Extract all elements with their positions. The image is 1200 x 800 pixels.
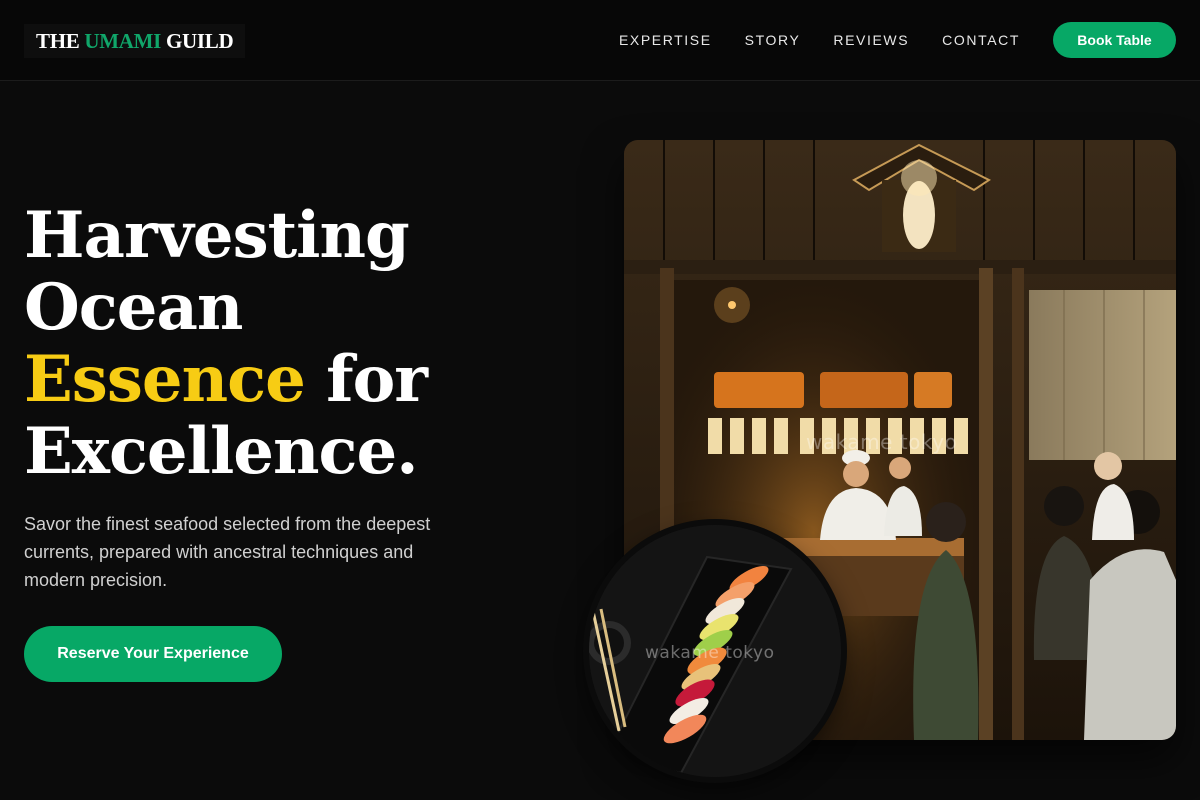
sushi-platter-image: wakame tokyo [589,525,841,777]
nav-item-expertise[interactable]: EXPERTISE [619,30,712,50]
nav-item-contact[interactable]: CONTACT [942,30,1020,50]
brand-name-part-2: GUILD [161,29,234,53]
site-header: THE UMAMI GUILD EXPERTISE STORY REVIEWS … [0,0,1200,81]
photo-watermark: wakame tokyo [806,430,958,454]
headline-line-4: Excellence. [24,414,418,489]
reserve-experience-button[interactable]: Reserve Your Experience [24,626,282,682]
brand-name-accent: UMAMI [84,29,162,53]
brand-name-part-1: THE [36,29,85,53]
hero-subtext: Savor the finest seafood selected from t… [24,514,431,590]
book-table-button[interactable]: Book Table [1053,22,1176,58]
headline-line-1: Harvesting [24,198,410,273]
nav-item-story[interactable]: STORY [745,30,801,50]
sushi-watermark: wakame tokyo [645,643,775,663]
nav-item-reviews[interactable]: REVIEWS [833,30,909,50]
hero-headline: Harvesting Ocean Essence for Excellence. [24,200,464,488]
headline-highlight: Essence [24,342,306,417]
brand-logo[interactable]: THE UMAMI GUILD [24,24,246,58]
headline-line-2: Ocean [24,270,243,345]
headline-line-3: for [304,342,428,417]
main-nav: EXPERTISE STORY REVIEWS CONTACT [619,30,1020,50]
